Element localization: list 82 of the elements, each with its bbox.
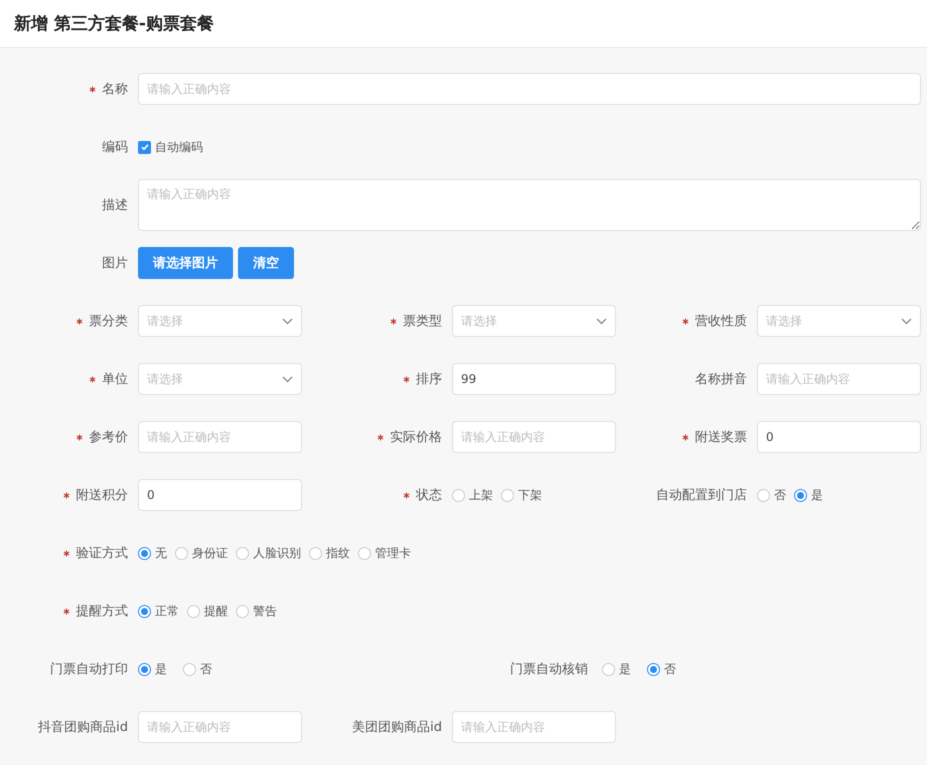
field-label: 附送积分 [76,487,128,504]
input-field[interactable]: 99 [452,363,616,395]
field-label: 实际价格 [390,429,442,446]
radio-label: 人脸识别 [253,544,301,562]
radio-button[interactable] [138,546,151,560]
field-label: 抖音团购商品id [38,719,128,736]
select-field[interactable]: 请选择 [138,363,302,395]
radio-button[interactable] [175,546,188,560]
select-placeholder: 请选择 [147,312,183,330]
select-placeholder: 请选择 [147,370,183,388]
radio-label: 提醒 [204,602,228,620]
radio-button[interactable] [358,546,371,560]
field-label: 名称拼音 [695,371,747,388]
chevron-down-icon [596,318,607,324]
radio-button[interactable] [138,604,151,618]
radio-button[interactable] [647,662,660,676]
radio-button[interactable] [757,488,770,502]
input-field[interactable]: 请输入正确内容 [757,363,921,395]
input-field[interactable]: 请输入正确内容 [138,73,921,105]
field-label: 单位 [102,371,128,388]
field-label: 编码 [102,139,128,156]
radio-button[interactable] [138,662,151,676]
radio-label: 上架 [469,486,493,504]
input-field[interactable]: 0 [757,421,921,453]
field-label: 门票自动打印 [50,661,128,678]
radio-label: 是 [811,486,823,504]
radio-label: 是 [155,660,167,678]
radio-label: 下架 [518,486,542,504]
field-label: 描述 [102,197,128,214]
input-field[interactable]: 请输入正确内容 [138,711,302,743]
field-label: 营收性质 [695,313,747,330]
chevron-down-icon [901,318,912,324]
radio-label: 否 [200,660,212,678]
select-placeholder: 请选择 [461,312,497,330]
field-label: 票分类 [89,313,128,330]
select-field[interactable]: 请选择 [138,305,302,337]
radio-button[interactable] [236,604,249,618]
radio-label: 否 [774,486,786,504]
chevron-down-icon [282,318,293,324]
field-label: 票类型 [403,313,442,330]
radio-button[interactable] [236,546,249,560]
checkbox-label: 自动编码 [155,138,203,156]
radio-button[interactable] [602,662,615,676]
radio-button[interactable] [309,546,322,560]
field-label: 图片 [102,255,128,272]
field-label: 提醒方式 [76,603,128,620]
field-label: 名称 [102,81,128,98]
action-button[interactable]: 清空 [238,247,294,279]
input-field[interactable]: 请输入正确内容 [138,421,302,453]
field-label: 美团团购商品id [352,719,442,736]
radio-label: 身份证 [192,544,228,562]
field-label: 门票自动核销 [510,661,588,678]
radio-button[interactable] [183,662,196,676]
select-placeholder: 请选择 [766,312,802,330]
select-field[interactable]: 请选择 [757,305,921,337]
page-title: 新增 第三方套餐-购票套餐 [14,13,214,35]
action-button[interactable]: 请选择图片 [138,247,233,279]
input-field[interactable]: 0 [138,479,302,511]
field-label: 参考价 [89,429,128,446]
field-label: 验证方式 [76,545,128,562]
chevron-down-icon [282,376,293,382]
field-label: 附送奖票 [695,429,747,446]
radio-label: 指纹 [326,544,350,562]
radio-label: 否 [664,660,676,678]
check-icon [140,142,150,152]
radio-label: 警告 [253,602,277,620]
field-label: 状态 [416,487,442,504]
field-label: 自动配置到门店 [656,487,747,504]
radio-label: 是 [619,660,631,678]
radio-label: 管理卡 [375,544,411,562]
select-field[interactable]: 请选择 [452,305,616,337]
radio-button[interactable] [501,488,514,502]
radio-button[interactable] [187,604,200,618]
checkbox[interactable] [138,140,151,154]
input-field[interactable]: 请输入正确内容 [452,421,616,453]
text-area[interactable]: 请输入正确内容 [138,179,921,231]
radio-label: 无 [155,544,167,562]
radio-label: 正常 [155,602,179,620]
input-field[interactable]: 请输入正确内容 [452,711,616,743]
radio-button[interactable] [452,488,465,502]
radio-button[interactable] [794,488,807,502]
field-label: 排序 [416,371,442,388]
